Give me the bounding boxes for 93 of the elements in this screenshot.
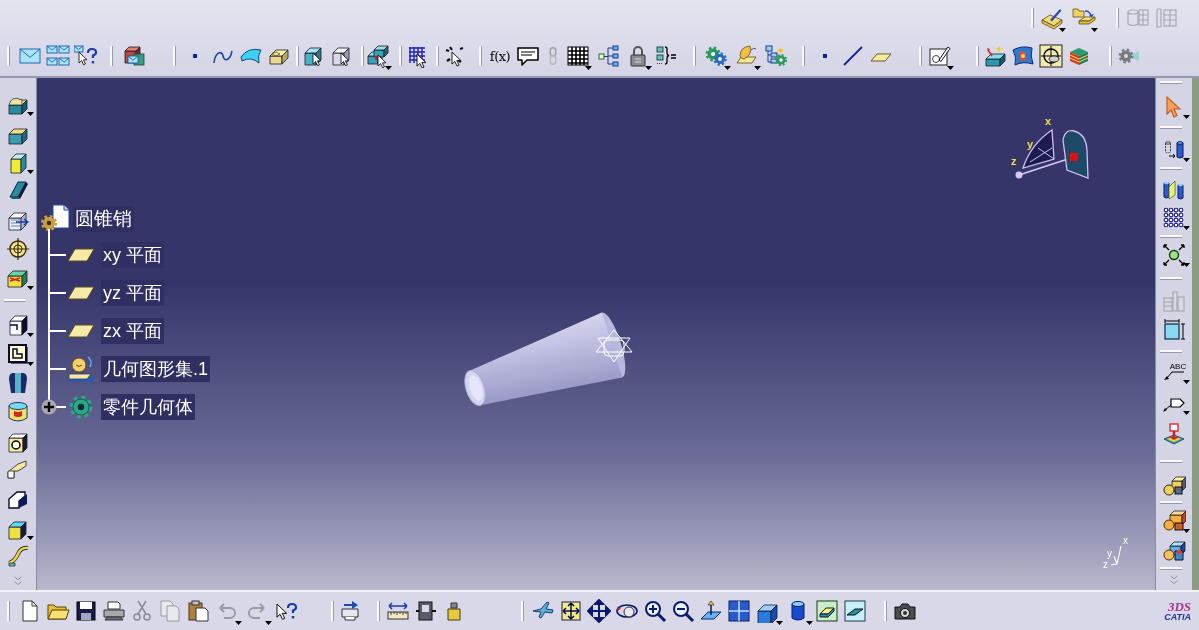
dropdown-arrow-icon[interactable] xyxy=(806,621,813,625)
tree-gear-icon[interactable] xyxy=(764,44,788,68)
geometric-set-icon xyxy=(66,354,96,384)
dropdown-arrow-icon[interactable] xyxy=(724,66,731,70)
sketch-pen-icon[interactable] xyxy=(928,44,952,68)
tree-node[interactable]: 圆锥销 xyxy=(73,206,134,232)
mail-box-icon[interactable] xyxy=(122,44,146,68)
dropdown-arrow-icon[interactable] xyxy=(1183,380,1190,384)
dropdown-arrow-icon[interactable] xyxy=(1091,28,1098,32)
dropdown-arrow-icon[interactable] xyxy=(776,621,783,625)
compass-axis-label: z xyxy=(1011,155,1017,167)
dot-grid-icon[interactable] xyxy=(1162,205,1186,230)
logo-mark: 3DS xyxy=(1167,600,1191,613)
fit-all-icon[interactable] xyxy=(559,599,583,623)
dropdown-arrow-icon[interactable] xyxy=(27,112,34,116)
dropdown-arrow-icon[interactable] xyxy=(27,362,34,366)
paste-icon[interactable] xyxy=(186,599,210,623)
compass-axis-label: x xyxy=(1045,115,1052,127)
square-frame-icon[interactable] xyxy=(6,341,30,366)
curved-plate-icon[interactable] xyxy=(6,544,30,569)
dropdown-arrow-icon[interactable] xyxy=(1059,28,1066,32)
compass-axis-label: y xyxy=(1027,138,1034,150)
split-block-icon[interactable] xyxy=(6,370,30,395)
dropdown-arrow-icon[interactable] xyxy=(235,621,242,625)
help-cursor-icon[interactable] xyxy=(74,44,98,68)
hide-show-icon[interactable] xyxy=(815,599,839,623)
dropdown-arrow-icon[interactable] xyxy=(645,66,652,70)
multi-view-icon[interactable] xyxy=(727,599,751,623)
tree-node[interactable]: yz 平面 xyxy=(101,280,164,306)
dropdown-arrow-icon[interactable] xyxy=(265,621,272,625)
dropdown-arrow-icon[interactable] xyxy=(27,170,34,174)
dropdown-arrow-icon[interactable] xyxy=(1183,226,1190,230)
save-icon[interactable] xyxy=(74,599,98,623)
parts-icon[interactable] xyxy=(1162,508,1186,533)
tree-node[interactable]: 几何图形集.1 xyxy=(101,356,210,382)
line-icon[interactable] xyxy=(841,44,865,68)
gears-icon[interactable] xyxy=(704,44,728,68)
dropdown-arrow-icon[interactable] xyxy=(585,66,592,70)
node-expand-icon[interactable] xyxy=(1162,242,1186,267)
text-annotation-button[interactable]: ABC xyxy=(1156,357,1192,386)
sketch-book-icon[interactable] xyxy=(1040,6,1064,30)
stacked-blocks-icon[interactable] xyxy=(366,44,390,68)
logo-text: CATIA xyxy=(1164,613,1191,622)
brace-equals-icon[interactable] xyxy=(654,44,678,68)
dropdown-arrow-icon[interactable] xyxy=(754,66,761,70)
normal-view-icon[interactable] xyxy=(699,599,723,623)
swap-space-icon[interactable] xyxy=(843,599,867,623)
tree-node[interactable]: 零件几何体 xyxy=(101,394,195,420)
dropdown-arrow-icon[interactable] xyxy=(1183,115,1190,119)
box-arrow-icon[interactable] xyxy=(983,44,1007,68)
dropdown-arrow-icon[interactable] xyxy=(1183,529,1190,533)
triad-axis-label: x xyxy=(1123,535,1128,546)
cone-model[interactable] xyxy=(464,312,626,406)
dropdown-arrow-icon[interactable] xyxy=(1183,411,1190,415)
triad-axis-label: z xyxy=(1103,559,1108,570)
crosshair-icon[interactable] xyxy=(6,236,30,261)
compass-drawing[interactable] xyxy=(1015,129,1089,179)
dropdown-arrow-icon[interactable] xyxy=(385,66,392,70)
print-icon[interactable] xyxy=(102,599,126,623)
dropdown-arrow-icon[interactable] xyxy=(1183,158,1190,162)
axis-system-icon[interactable] xyxy=(595,329,633,363)
tree-node[interactable]: xy 平面 xyxy=(101,242,164,268)
dropdown-arrow-icon[interactable] xyxy=(27,333,34,337)
dropdown-arrow-icon[interactable] xyxy=(27,536,34,540)
dropdown-arrow-icon[interactable] xyxy=(947,66,954,70)
plane-icon xyxy=(67,248,95,262)
hierarchy-icon[interactable] xyxy=(598,44,622,68)
3d-viewport[interactable]: 圆锥销 xy 平面 yz 平面 zx 平面 几何图形集.1 零件几何体 x y z x y z xyxy=(37,78,1155,590)
corner-block-icon[interactable] xyxy=(6,312,30,337)
ramp-icon[interactable] xyxy=(6,457,30,482)
speech-bubble-icon[interactable] xyxy=(516,44,540,68)
ring-cylinder-icon[interactable] xyxy=(6,399,30,424)
axis-triad-drawing xyxy=(1110,545,1122,566)
zoom-out-icon[interactable] xyxy=(671,599,695,623)
mapped-surface-icon[interactable] xyxy=(1011,44,1035,68)
stamp-icon[interactable] xyxy=(1162,421,1186,446)
table-icon[interactable] xyxy=(566,44,590,68)
tree-node[interactable]: zx 平面 xyxy=(101,318,164,344)
measure-icon[interactable] xyxy=(386,599,410,623)
plane-icon xyxy=(67,324,95,338)
inertia-box-icon[interactable] xyxy=(414,599,438,623)
parts-icon[interactable] xyxy=(1162,538,1186,563)
zoom-in-icon[interactable] xyxy=(643,599,667,623)
target-disc-icon[interactable] xyxy=(1039,44,1063,68)
expand-icon[interactable] xyxy=(41,399,57,415)
formula-button[interactable]: f(x) xyxy=(486,42,514,70)
pan-icon[interactable] xyxy=(587,599,611,623)
leader-arrow-icon xyxy=(1164,371,1184,380)
dimension-box-icon[interactable] xyxy=(1162,317,1186,342)
dropdown-arrow-icon[interactable] xyxy=(27,286,34,290)
plane-icon xyxy=(67,286,95,300)
triad-axis-label: y xyxy=(1107,548,1112,559)
dropdown-arrow-icon[interactable] xyxy=(1183,263,1190,267)
